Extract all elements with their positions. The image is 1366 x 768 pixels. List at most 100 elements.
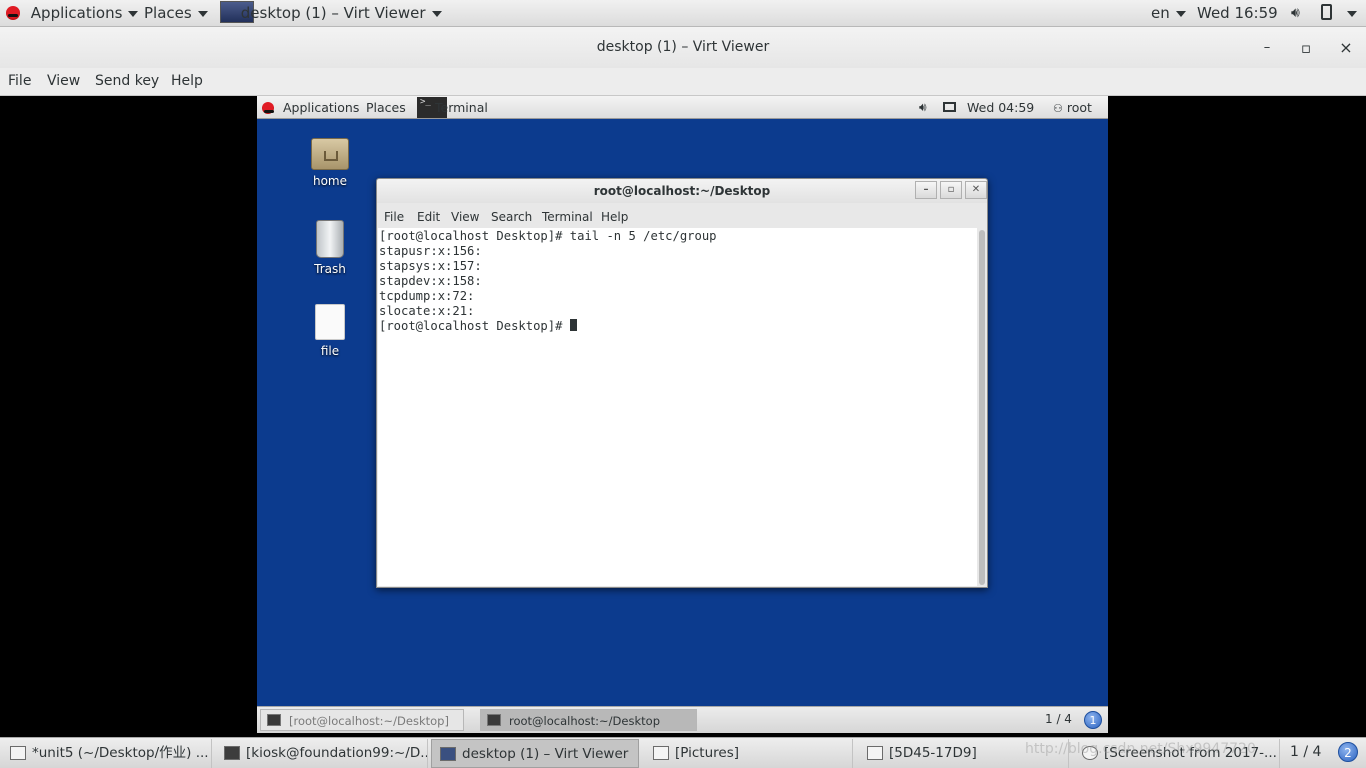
- guest-notification-badge[interactable]: 1: [1084, 711, 1102, 729]
- terminal-minimize-button[interactable]: –: [915, 181, 937, 199]
- terminal-prompt: [root@localhost Desktop]#: [379, 319, 570, 333]
- terminal-output[interactable]: [root@localhost Desktop]# tail -n 5 /etc…: [378, 228, 977, 586]
- battery-icon[interactable]: [1321, 0, 1332, 27]
- workspace-indicator[interactable]: 1 / 4: [1290, 744, 1321, 760]
- redhat-logo-icon: [6, 6, 20, 20]
- places-label: Places: [144, 4, 192, 22]
- guest-places-menu[interactable]: Places: [366, 96, 406, 119]
- guest-terminal-label: Terminal: [435, 100, 488, 115]
- desktop-icon-home[interactable]: home: [300, 138, 360, 188]
- viewer-title: desktop (1) – Virt Viewer: [596, 39, 770, 55]
- terminal-menu-file[interactable]: File: [384, 210, 404, 224]
- desktop-icon-label: home: [312, 174, 348, 188]
- terminal-menubar: File Edit View Search Terminal Help: [377, 205, 987, 227]
- viewer-menubar: File View Send key Help: [0, 68, 1366, 96]
- guest-applications-menu[interactable]: Applications: [262, 96, 359, 119]
- terminal-close-button[interactable]: ✕: [965, 181, 987, 199]
- trash-icon: [316, 220, 344, 258]
- menu-send-key[interactable]: Send key: [95, 73, 159, 89]
- terminal-line: stapdev:x:158:: [379, 274, 482, 288]
- terminal-line: [root@localhost Desktop]# tail -n 5 /etc…: [379, 229, 717, 243]
- places-menu[interactable]: Places: [144, 0, 208, 27]
- applications-label: Applications: [30, 4, 123, 22]
- chevron-down-icon: [1175, 10, 1186, 17]
- terminal-maximize-button[interactable]: ▫: [940, 181, 962, 199]
- viewer-titlebar: desktop (1) – Virt Viewer – ▫ ×: [0, 27, 1366, 68]
- folder-icon: [653, 746, 669, 760]
- power-menu[interactable]: [1341, 0, 1357, 27]
- volume-icon[interactable]: 🔊︎: [919, 96, 927, 119]
- host-top-panel: Applications Places desktop (1) – Virt V…: [0, 0, 1366, 27]
- clock[interactable]: Wed 16:59: [1197, 0, 1278, 27]
- language-menu[interactable]: en: [1151, 0, 1186, 27]
- text-editor-icon: [10, 746, 26, 760]
- terminal-line: slocate:x:21:: [379, 304, 475, 318]
- desktop-icon-label: file: [320, 344, 340, 358]
- taskbar-item-virt-viewer[interactable]: desktop (1) – Virt Viewer: [431, 739, 639, 768]
- menu-view[interactable]: View: [47, 73, 80, 89]
- terminal-cursor: [569, 319, 577, 331]
- taskbar-item-label: [5D45-17D9]: [889, 745, 977, 761]
- notification-count: 2: [1338, 742, 1358, 762]
- terminal-line: tcpdump:x:72:: [379, 289, 475, 303]
- taskbar-item-label: [kiosk@foundation99:~/D...: [246, 745, 428, 761]
- terminal-menu-edit[interactable]: Edit: [417, 210, 440, 224]
- taskbar-item-label: *unit5 (~/Desktop/作业) ...: [32, 745, 209, 761]
- taskbar-item-pictures[interactable]: [Pictures]: [645, 739, 853, 768]
- guest-taskbar-item-active[interactable]: root@localhost:~/Desktop: [480, 709, 697, 731]
- terminal-prompt-line: [root@localhost Desktop]#: [379, 319, 977, 334]
- terminal-title: root@localhost:~/Desktop: [377, 179, 987, 203]
- folder-home-icon: [311, 138, 349, 170]
- folder-icon: [867, 746, 883, 760]
- minimize-button[interactable]: –: [1257, 38, 1277, 58]
- language-label: en: [1151, 4, 1170, 22]
- guest-workspace-indicator[interactable]: 1 / 4: [1045, 712, 1072, 726]
- volume-icon[interactable]: 🔊︎: [1291, 0, 1300, 27]
- desktop-icon-file[interactable]: file: [300, 304, 360, 358]
- user-label: root: [1066, 100, 1092, 115]
- chevron-down-icon: [128, 10, 139, 17]
- terminal-line: stapusr:x:156:: [379, 244, 482, 258]
- watermark: http://blog.csdn.net/Shx9947720: [1025, 741, 1256, 757]
- terminal-icon: [267, 714, 281, 726]
- active-window-menu[interactable]: desktop (1) – Virt Viewer: [220, 0, 442, 27]
- taskbar-item-editor[interactable]: *unit5 (~/Desktop/作业) ...: [2, 739, 212, 768]
- redhat-logo-icon: [262, 102, 274, 114]
- chevron-down-icon: [197, 10, 208, 17]
- terminal-icon: [487, 714, 501, 726]
- network-icon[interactable]: [943, 96, 956, 119]
- terminal-menu-view[interactable]: View: [451, 210, 479, 224]
- user-menu[interactable]: ⚇ root: [1053, 96, 1092, 119]
- terminal-menu-help[interactable]: Help: [601, 210, 628, 224]
- taskbar-item-label: [Pictures]: [675, 745, 739, 761]
- active-window-title: desktop (1) – Virt Viewer: [240, 4, 426, 22]
- taskbar-item-terminal[interactable]: [kiosk@foundation99:~/D...: [216, 739, 428, 768]
- terminal-line: stapsys:x:157:: [379, 259, 482, 273]
- notification-badge[interactable]: 2: [1338, 742, 1358, 762]
- chevron-down-icon: [431, 10, 442, 17]
- menu-file[interactable]: File: [8, 73, 31, 89]
- guest-clock[interactable]: Wed 04:59: [967, 96, 1034, 119]
- terminal-menu-search[interactable]: Search: [491, 210, 532, 224]
- chevron-down-icon: [1347, 10, 1357, 17]
- user-icon: ⚇: [1053, 102, 1063, 115]
- close-button[interactable]: ×: [1336, 38, 1356, 58]
- menu-help[interactable]: Help: [171, 73, 203, 89]
- file-icon: [315, 304, 345, 340]
- guest-terminal-app[interactable]: >_ Terminal: [417, 96, 488, 119]
- maximize-button[interactable]: ▫: [1296, 38, 1316, 58]
- terminal-icon: [224, 746, 240, 760]
- guest-display[interactable]: Applications Places >_ Terminal 🔊︎ Wed 04…: [257, 96, 1108, 733]
- guest-taskbar: [root@localhost:~/Desktop] root@localhos…: [257, 706, 1108, 733]
- guest-taskbar-item-label: [root@localhost:~/Desktop]: [289, 714, 449, 728]
- desktop-icon-trash[interactable]: Trash: [300, 220, 360, 276]
- guest-top-panel: Applications Places >_ Terminal 🔊︎ Wed 04…: [257, 96, 1108, 119]
- terminal-scrollbar[interactable]: [979, 230, 985, 585]
- desktop-icon-label: Trash: [314, 262, 346, 276]
- terminal-window[interactable]: root@localhost:~/Desktop – ▫ ✕ File Edit…: [376, 178, 988, 588]
- terminal-menu-terminal[interactable]: Terminal: [542, 210, 593, 224]
- guest-applications-label: Applications: [282, 100, 360, 115]
- applications-menu[interactable]: Applications: [6, 0, 139, 27]
- guest-taskbar-item[interactable]: [root@localhost:~/Desktop]: [260, 709, 464, 731]
- taskbar-item-label: desktop (1) – Virt Viewer: [462, 746, 629, 762]
